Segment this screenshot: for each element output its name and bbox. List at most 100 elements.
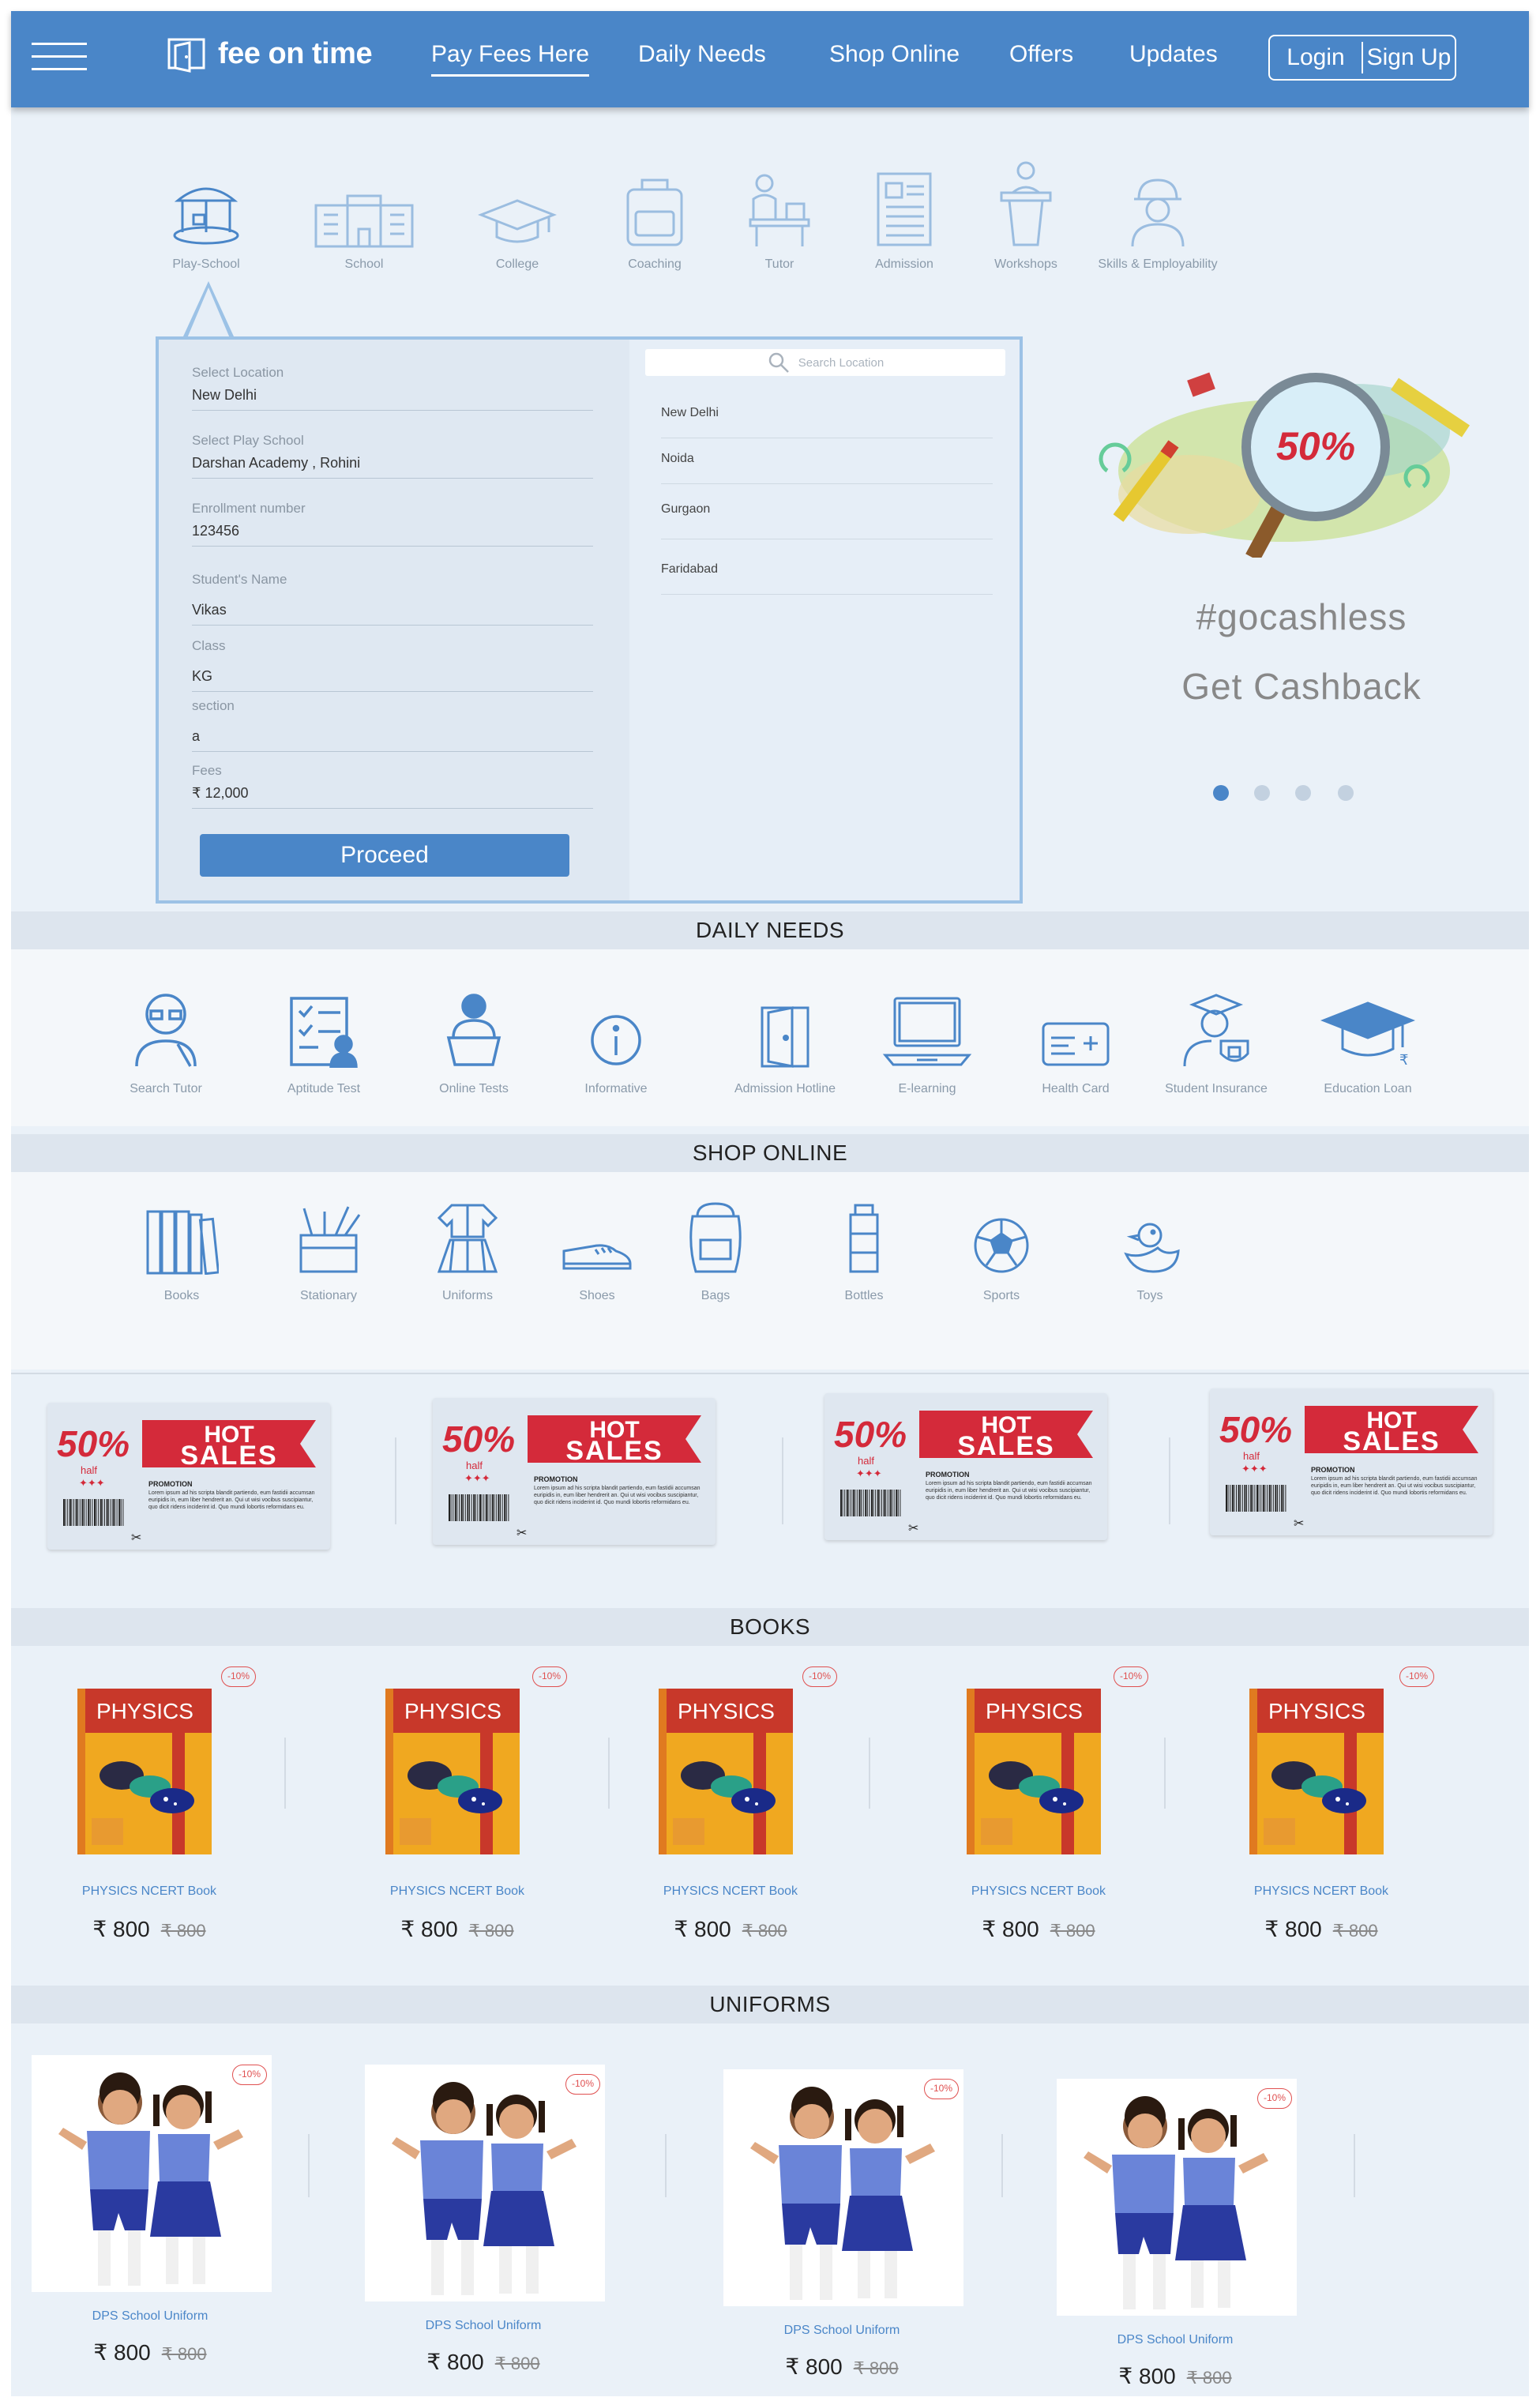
- field-label: Select Play School: [192, 433, 304, 448]
- product-name[interactable]: PHYSICS NCERT Book: [648, 1884, 813, 1899]
- nav-offers[interactable]: Offers: [1009, 41, 1073, 68]
- hot-sale-coupon[interactable]: 50% half ✦✦✦ HOT SALES PROMOTION Lorem i…: [47, 1403, 330, 1550]
- shop-item-sports[interactable]: Sports: [930, 1188, 1072, 1303]
- nav-daily-needs[interactable]: Daily Needs: [638, 41, 766, 68]
- product-name[interactable]: PHYSICS NCERT Book: [956, 1884, 1121, 1899]
- carousel-dot[interactable]: [1254, 785, 1270, 801]
- shop-item-stationary[interactable]: Stationary: [257, 1188, 400, 1303]
- signup-button[interactable]: Sign Up: [1363, 44, 1455, 71]
- nav-updates[interactable]: Updates: [1129, 41, 1218, 68]
- shop-item-bottles[interactable]: Bottles: [793, 1188, 935, 1303]
- scissors-icon: ✂: [516, 1525, 527, 1540]
- old-price: ₹ 800: [494, 2354, 540, 2373]
- carousel-dot[interactable]: [1295, 785, 1311, 801]
- location-option[interactable]: Faridabad: [661, 562, 993, 595]
- category-coaching[interactable]: Coaching: [588, 145, 722, 272]
- field-label: Enrollment number: [192, 501, 306, 516]
- product-name[interactable]: DPS School Uniform: [32, 2309, 269, 2324]
- proceed-button[interactable]: Proceed: [200, 834, 569, 877]
- category-school[interactable]: School: [297, 145, 431, 272]
- uniform-card[interactable]: -10% DPS School Uniform ₹ 800 ₹ 800: [365, 2065, 605, 2380]
- location-field[interactable]: Select Location New Delhi: [192, 365, 593, 411]
- category-label: School: [344, 257, 384, 271]
- field-label: section: [192, 698, 235, 713]
- menu-icon[interactable]: [32, 43, 87, 74]
- location-option[interactable]: Noida: [661, 452, 993, 484]
- shoe-icon: [562, 1244, 632, 1270]
- location-search-input[interactable]: Search Location: [645, 349, 1005, 376]
- location-option[interactable]: Gurgaon: [661, 502, 993, 539]
- book-card[interactable]: -10% PHYSICS PHYSICS NCERT Book ₹ 800 ₹ 8…: [956, 1646, 1148, 1946]
- toy-duck-icon: [1124, 1223, 1180, 1273]
- daily-item-online-tests[interactable]: Online Tests: [403, 981, 545, 1096]
- books-icon: [146, 1210, 219, 1275]
- daily-item-e-learning[interactable]: E-learning: [856, 981, 998, 1096]
- item-label: Bags: [701, 1289, 731, 1302]
- product-name[interactable]: PHYSICS NCERT Book: [66, 1884, 232, 1899]
- old-price: ₹ 800: [853, 2358, 899, 2378]
- product-name[interactable]: PHYSICS NCERT Book: [1238, 1884, 1404, 1899]
- category-label: Admission: [875, 257, 933, 271]
- section-field[interactable]: section a: [192, 698, 593, 752]
- book-card[interactable]: -10% PHYSICS PHYSICS NCERT Book ₹ 800 ₹ 8…: [374, 1646, 567, 1946]
- product-name[interactable]: PHYSICS NCERT Book: [374, 1884, 540, 1899]
- daily-item-student-insurance[interactable]: Student Insurance: [1137, 981, 1295, 1096]
- daily-item-search-tutor[interactable]: Search Tutor: [95, 981, 237, 1096]
- field-label: Fees: [192, 763, 222, 778]
- shop-item-uniforms[interactable]: Uniforms: [396, 1188, 539, 1303]
- book-card[interactable]: -10% PHYSICS PHYSICS NCERT Book ₹ 800 ₹ 8…: [1238, 1646, 1434, 1946]
- login-button[interactable]: Login: [1270, 44, 1362, 71]
- item-label: Uniforms: [441, 1289, 493, 1302]
- uniform-card[interactable]: -10% DPS School Uniform ₹ 800 ₹ 800: [723, 2069, 963, 2385]
- shop-item-bags[interactable]: Bags: [644, 1188, 787, 1303]
- daily-item-education-loan[interactable]: ₹ Education Loan: [1289, 981, 1447, 1096]
- category-college[interactable]: College: [450, 145, 584, 272]
- uniform-card[interactable]: -10% DPS School Uniform ₹ 800 ₹ 800: [32, 2055, 272, 2371]
- field-value: ₹ 12,000: [192, 785, 249, 801]
- product-name[interactable]: DPS School Uniform: [1057, 2333, 1294, 2347]
- book-cover-title: PHYSICS: [678, 1699, 775, 1723]
- category-skills[interactable]: Skills & Employability: [1087, 145, 1229, 272]
- daily-item-admission-hotline[interactable]: Admission Hotline: [706, 981, 864, 1096]
- student-name-field[interactable]: Student's Name Vikas: [192, 572, 593, 626]
- hot-sale-coupon[interactable]: 50% half ✦✦✦ HOT SALES PROMOTION Lorem i…: [433, 1398, 716, 1545]
- price: ₹ 800: [1118, 2364, 1176, 2388]
- daily-item-health-card[interactable]: Health Card: [1005, 981, 1147, 1096]
- product-name[interactable]: DPS School Uniform: [723, 2324, 960, 2338]
- carousel-dot[interactable]: [1338, 785, 1354, 801]
- form-pointer-inner: [187, 287, 230, 338]
- student-shield-icon: [1183, 994, 1249, 1067]
- shop-item-toys[interactable]: Toys: [1079, 1188, 1221, 1303]
- hot-sale-coupon[interactable]: 50% half ✦✦✦ HOT SALES PROMOTION Lorem i…: [1210, 1388, 1493, 1535]
- product-name[interactable]: DPS School Uniform: [365, 2319, 602, 2333]
- hot-sale-coupon[interactable]: 50% half ✦✦✦ HOT SALES PROMOTION Lorem i…: [824, 1393, 1107, 1540]
- shop-online-header: SHOP ONLINE: [11, 1134, 1529, 1172]
- uniform-card[interactable]: -10% DPS School Uniform ₹ 800 ₹ 800: [1057, 2079, 1297, 2395]
- item-label: Books: [163, 1289, 200, 1302]
- category-admission[interactable]: Admission: [837, 145, 971, 272]
- coupon-pct: 50%: [442, 1418, 515, 1460]
- category-workshops[interactable]: Workshops: [959, 145, 1093, 272]
- nav-pay-fees[interactable]: Pay Fees Here: [431, 41, 590, 77]
- category-tutor[interactable]: Tutor: [712, 145, 847, 272]
- category-play-school[interactable]: Play-School: [139, 145, 273, 272]
- logo[interactable]: fee on time: [166, 35, 373, 73]
- daily-item-informative[interactable]: Informative: [545, 981, 687, 1096]
- product-divider: [1354, 2134, 1355, 2197]
- location-option[interactable]: New Delhi: [661, 406, 993, 438]
- carousel-dot[interactable]: [1213, 785, 1229, 801]
- coupon-text: Lorem ipsum ad his scripta blandit parti…: [926, 1481, 1092, 1501]
- shop-online-section: Books Stationary Uniforms Shoes Bags Bot…: [11, 1172, 1529, 1370]
- class-field[interactable]: Class KG: [192, 638, 593, 692]
- enrollment-field[interactable]: Enrollment number 123456: [192, 501, 593, 547]
- laptop-user-icon: [446, 994, 501, 1066]
- item-label: Search Tutor: [130, 1082, 202, 1095]
- book-card[interactable]: -10% PHYSICS PHYSICS NCERT Book ₹ 800 ₹ 8…: [648, 1646, 837, 1946]
- book-card[interactable]: -10% PHYSICS PHYSICS NCERT Book ₹ 800 ₹ 8…: [66, 1646, 256, 1946]
- tutor-icon: [749, 174, 810, 246]
- daily-item-aptitude-test[interactable]: Aptitude Test: [253, 981, 395, 1096]
- nav-shop-online[interactable]: Shop Online: [829, 41, 960, 68]
- play-school-field[interactable]: Select Play School Darshan Academy , Rohi…: [192, 433, 593, 479]
- shop-item-books[interactable]: Books: [111, 1188, 253, 1303]
- price: ₹ 800: [400, 1917, 458, 1941]
